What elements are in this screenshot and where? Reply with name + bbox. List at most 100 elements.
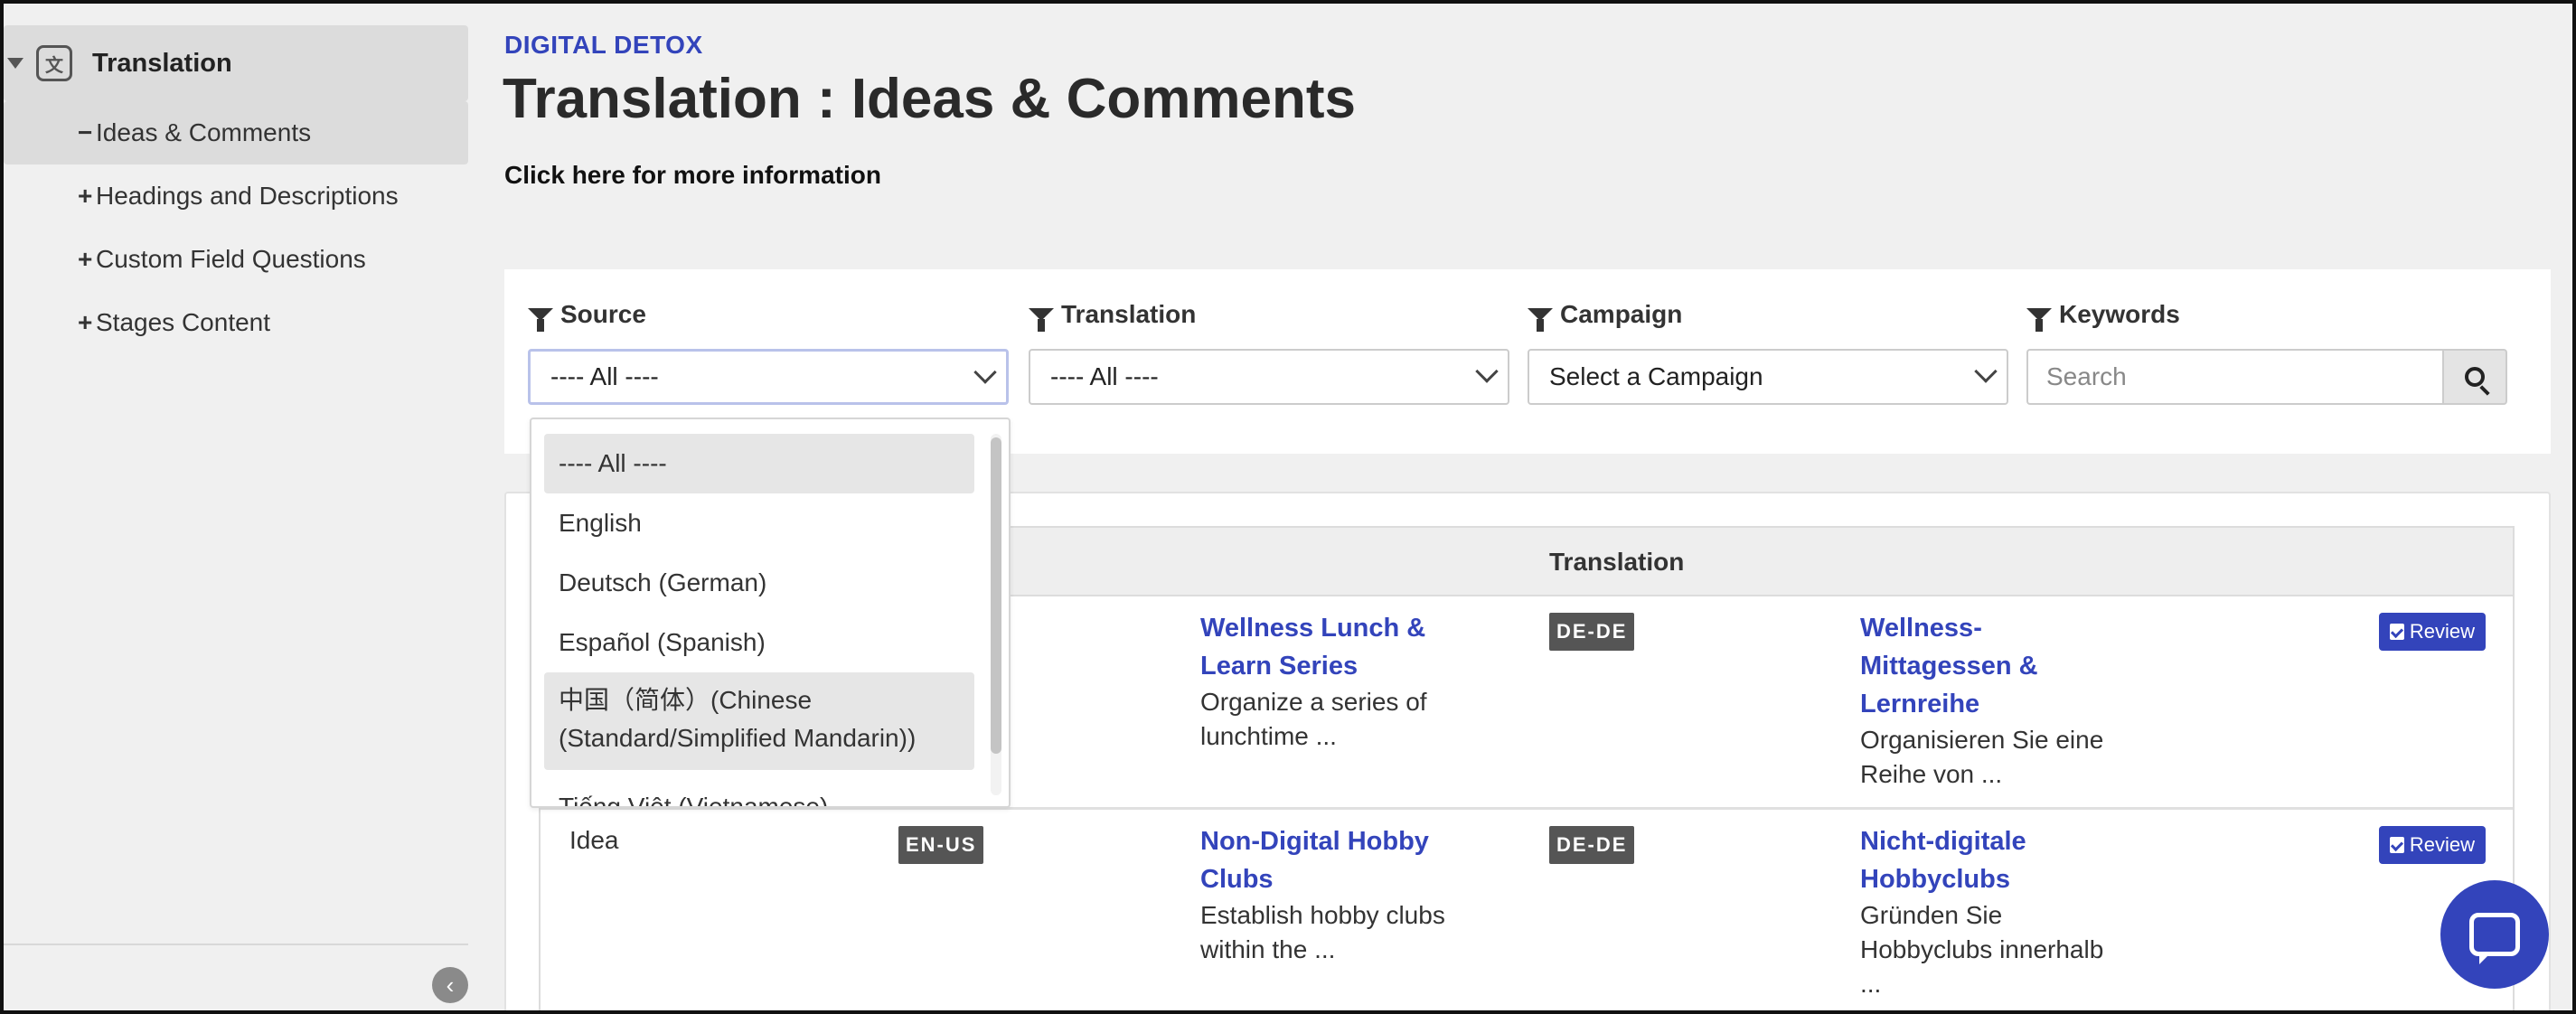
translation-select-value: ---- All ---- <box>1050 362 1159 390</box>
source-dropdown-list: ---- All ---- English Deutsch (German) E… <box>530 418 1011 808</box>
sidebar-item-label: Headings and Descriptions <box>96 182 399 210</box>
chat-icon <box>2469 913 2520 964</box>
dropdown-option-vietnamese[interactable]: Tiếng Việt (Vietnamese) <box>544 777 974 806</box>
review-label: Review <box>2409 620 2475 643</box>
source-title-line: Non-Digital Hobby <box>1200 827 1429 856</box>
search-input[interactable] <box>2026 349 2442 405</box>
search-button[interactable] <box>2442 349 2507 405</box>
sidebar-root-label: Translation <box>92 48 232 78</box>
filter-icon <box>528 308 553 332</box>
option-label-line: 中国（简体）(Chinese <box>559 686 813 714</box>
target-cell: Nicht-digitale Hobbyclubs Gründen Sie Ho… <box>1860 822 2158 1001</box>
chat-launcher-button[interactable] <box>2440 880 2549 989</box>
sidebar-item-label: Custom Field Questions <box>96 245 366 273</box>
dropdown-option-spanish[interactable]: Español (Spanish) <box>544 613 974 672</box>
collapse-sidebar-icon[interactable]: ‹ <box>432 967 468 1003</box>
source-select-value: ---- All ---- <box>550 362 659 390</box>
plus-icon: + <box>78 245 93 273</box>
target-title-line: Nicht-digitale <box>1860 827 2026 856</box>
minus-icon: − <box>78 118 93 146</box>
chevron-down-icon <box>973 361 997 384</box>
chevron-down-icon <box>1475 360 1499 383</box>
target-title-line: Wellness- <box>1860 614 1982 643</box>
translation-filter: Translation ---- All ---- <box>1029 298 1509 405</box>
review-label: Review <box>2409 833 2475 856</box>
more-info-link[interactable]: Click here for more information <box>504 161 881 190</box>
campaign-select-value: Select a Campaign <box>1549 362 1763 390</box>
target-title-link[interactable]: Nicht-digitale Hobbyclubs <box>1860 822 2158 898</box>
target-lang-badge: DE-DE <box>1549 826 1635 864</box>
sidebar-item-stages-content[interactable]: + Stages Content <box>4 291 468 354</box>
target-lang-badge: DE-DE <box>1549 613 1635 651</box>
source-lang-badge: EN-US <box>898 826 984 864</box>
source-label-text: Source <box>560 300 646 328</box>
campaign-filter: Campaign Select a Campaign <box>1528 298 2008 405</box>
dropdown-option-all[interactable]: ---- All ---- <box>544 434 974 493</box>
campaign-filter-label: Campaign <box>1528 298 2008 332</box>
checkbox-icon <box>2389 837 2404 853</box>
target-desc-line: Gründen Sie <box>1860 901 2003 929</box>
sidebar-item-ideas-comments[interactable]: − Ideas & Comments <box>4 101 468 164</box>
sidebar-item-custom-field-questions[interactable]: + Custom Field Questions <box>4 228 468 291</box>
source-desc-line: Establish hobby clubs <box>1200 901 1445 929</box>
keywords-search <box>2026 349 2507 405</box>
table-row: Idea EN-US Non-Digital Hobby Clubs Estab… <box>541 810 2513 1014</box>
dropdown-scrollbar-thumb[interactable] <box>991 437 1001 754</box>
translation-select[interactable]: ---- All ---- <box>1029 349 1509 405</box>
filter-icon <box>1029 308 1054 332</box>
source-title-link[interactable]: Non-Digital Hobby Clubs <box>1200 822 1499 898</box>
source-desc-line: within the ... <box>1200 935 1336 963</box>
target-desc-line: Reihe von ... <box>1860 760 2003 788</box>
target-cell: Wellness- Mittagessen & Lernreihe Organi… <box>1860 609 2158 792</box>
plus-icon: + <box>78 182 93 210</box>
translation-filter-label: Translation <box>1029 298 1509 332</box>
page-title: Translation : Ideas & Comments <box>503 68 1356 130</box>
source-title-link[interactable]: Wellness Lunch & Learn Series <box>1200 609 1499 685</box>
column-header-translation: Translation <box>1549 548 1685 576</box>
breadcrumb[interactable]: DIGITAL DETOX <box>504 31 703 60</box>
plus-icon: + <box>78 308 93 336</box>
sidebar-item-label: Ideas & Comments <box>96 118 312 146</box>
caret-down-icon[interactable] <box>7 58 24 69</box>
type-cell: Idea <box>569 826 619 854</box>
source-desc-line: lunchtime ... <box>1200 722 1337 750</box>
search-icon <box>2465 367 2485 387</box>
target-title-line: Hobbyclubs <box>1860 865 2010 894</box>
source-select[interactable]: ---- All ---- <box>528 349 1009 405</box>
filter-icon <box>2026 308 2052 332</box>
filter-icon <box>1528 308 1553 332</box>
target-title-line: Mittagessen & <box>1860 652 2038 681</box>
campaign-label-text: Campaign <box>1560 300 1683 328</box>
option-label-line: (Standard/Simplified Mandarin)) <box>559 724 917 752</box>
target-title-line: Lernreihe <box>1860 690 1980 718</box>
sidebar-item-headings-descriptions[interactable]: + Headings and Descriptions <box>4 164 468 228</box>
source-title-line: Wellness Lunch & <box>1200 614 1426 643</box>
dropdown-option-chinese[interactable]: 中国（简体）(Chinese (Standard/Simplified Mand… <box>544 672 974 770</box>
review-button[interactable]: Review <box>2378 613 2486 651</box>
target-desc-line: Organisieren Sie eine <box>1860 726 2104 754</box>
translation-label-text: Translation <box>1061 300 1197 328</box>
campaign-select[interactable]: Select a Campaign <box>1528 349 2008 405</box>
sidebar-item-label: Stages Content <box>96 308 271 336</box>
sidebar-item-translation[interactable]: 文 Translation <box>4 25 468 101</box>
checkbox-icon <box>2389 624 2404 640</box>
review-button[interactable]: Review <box>2378 826 2486 864</box>
target-title-link[interactable]: Wellness- Mittagessen & Lernreihe <box>1860 609 2158 723</box>
sidebar-divider <box>4 944 468 945</box>
source-filter: Source ---- All ---- <box>528 298 1009 405</box>
source-desc-line: Organize a series of <box>1200 688 1427 716</box>
keywords-label-text: Keywords <box>2059 300 2180 328</box>
target-desc-line: Hobbyclubs innerhalb <box>1860 935 2104 963</box>
keywords-filter-label: Keywords <box>2026 298 2507 332</box>
translate-icon: 文 <box>36 45 72 81</box>
sidebar: 文 Translation − Ideas & Comments + Headi… <box>4 4 468 1010</box>
source-title-line: Clubs <box>1200 865 1274 894</box>
source-cell: Wellness Lunch & Learn Series Organize a… <box>1200 609 1499 754</box>
chevron-down-icon <box>1974 360 1998 383</box>
source-filter-label: Source <box>528 298 1009 332</box>
dropdown-option-german[interactable]: Deutsch (German) <box>544 553 974 613</box>
keywords-filter: Keywords <box>2026 298 2507 405</box>
source-cell: Non-Digital Hobby Clubs Establish hobby … <box>1200 822 1499 967</box>
dropdown-option-english[interactable]: English <box>544 493 974 553</box>
source-title-line: Learn Series <box>1200 652 1359 681</box>
